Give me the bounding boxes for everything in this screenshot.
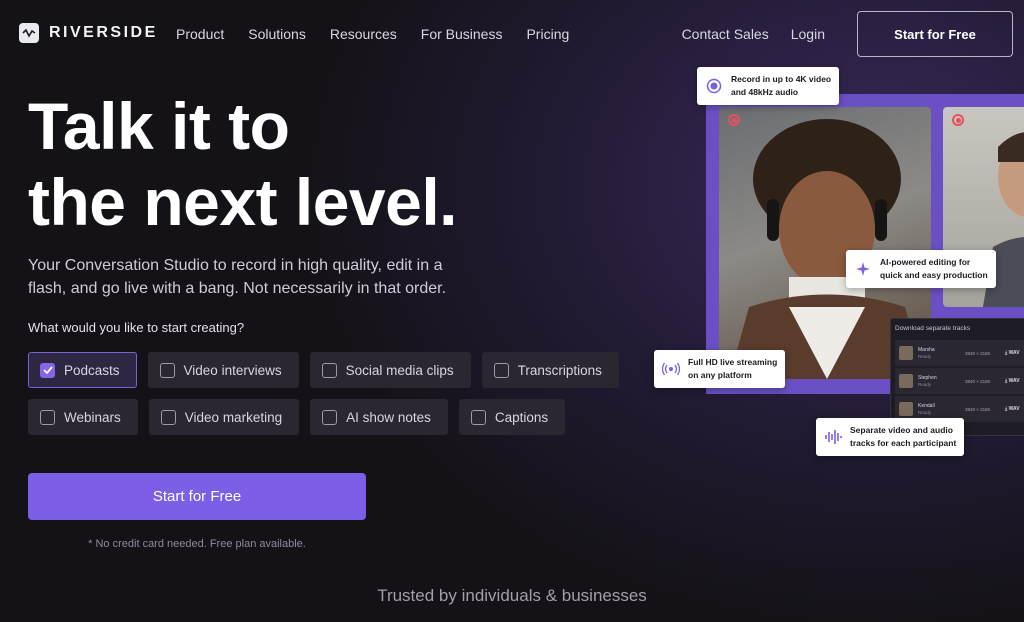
- tip-record-line-1: Record in up to 4K video: [731, 74, 832, 84]
- option-webinars[interactable]: Webinars: [28, 399, 138, 435]
- nav-link-solutions[interactable]: Solutions: [248, 26, 306, 42]
- nav-start-free-button[interactable]: Start for Free: [857, 11, 1013, 57]
- tip-separate-tracks: Separate video and audio tracks for each …: [816, 418, 965, 456]
- option-label: Video interviews: [183, 362, 282, 378]
- tip-ai-line-2: quick and easy production: [880, 270, 988, 280]
- audio-waveform-icon: [824, 428, 842, 446]
- no-credit-card-note: * No credit card needed. Free plan avail…: [88, 538, 306, 550]
- tip-ai-editing: AI-powered editing for quick and easy pro…: [846, 250, 996, 288]
- logo-wave-icon: [19, 23, 39, 43]
- avatar: [899, 346, 913, 360]
- options-row-2: Webinars Video marketing AI show notes Capt…: [28, 399, 619, 435]
- track-row: Stephen Ready 3840 × 2160 ⤓ WAV: [895, 368, 1024, 394]
- option-label: Captions: [494, 409, 549, 425]
- track-format: WAV: [1008, 378, 1020, 384]
- track-name: Marsha: [918, 347, 935, 353]
- track-name: Kendall: [918, 403, 935, 409]
- track-format: WAV: [1008, 350, 1020, 356]
- option-label: Social media clips: [345, 362, 454, 378]
- track-row: Marsha Ready 3840 × 2160 ⤓ WAV: [895, 340, 1024, 366]
- option-transcriptions[interactable]: Transcriptions: [481, 352, 619, 388]
- headline-line-1: Talk it to: [28, 89, 290, 163]
- track-status: Ready: [918, 382, 932, 387]
- nav-link-resources[interactable]: Resources: [330, 26, 397, 42]
- track-format: WAV: [1008, 406, 1020, 412]
- sparkle-icon: [854, 260, 872, 278]
- hero-subtitle: Your Conversation Studio to record in hi…: [28, 257, 447, 297]
- track-resolution: 3840 × 2160: [965, 350, 991, 356]
- checkbox-icon[interactable]: [321, 362, 337, 378]
- option-label: Podcasts: [64, 362, 120, 378]
- checkbox-checked-icon[interactable]: [40, 362, 55, 378]
- option-video-interviews[interactable]: Video interviews: [147, 352, 299, 388]
- start-free-button[interactable]: Start for Free: [28, 473, 366, 520]
- top-nav: RIVERSIDE Product Solutions Resources Fo…: [0, 0, 1024, 68]
- record-indicator-1-icon: [728, 114, 740, 126]
- avatar: [899, 374, 913, 388]
- option-podcasts[interactable]: Podcasts: [28, 352, 137, 388]
- tip-tracks-line-1: Separate video and audio: [850, 425, 953, 435]
- broadcast-icon: [662, 360, 680, 378]
- track-download-button[interactable]: ⤓ WAV: [1005, 378, 1020, 384]
- tip-live-line-1: Full HD live streaming: [688, 357, 778, 367]
- contact-sales-link[interactable]: Contact Sales: [682, 26, 769, 42]
- tip-record-quality: Record in up to 4K video and 48kHz audio: [697, 67, 840, 105]
- option-captions[interactable]: Captions: [458, 399, 566, 435]
- option-social-media-clips[interactable]: Social media clips: [309, 352, 471, 388]
- checkbox-icon[interactable]: [322, 409, 338, 425]
- login-link[interactable]: Login: [791, 26, 825, 42]
- track-download-button[interactable]: ⤓ WAV: [1005, 350, 1020, 356]
- option-label: Webinars: [64, 409, 121, 425]
- checkbox-icon[interactable]: [159, 362, 175, 378]
- track-status: Ready: [918, 410, 932, 415]
- tip-live-streaming: Full HD live streaming on any platform: [654, 350, 786, 388]
- option-label: AI show notes: [346, 409, 431, 425]
- checkbox-icon[interactable]: [160, 409, 176, 425]
- track-list: Marsha Ready 3840 × 2160 ⤓ WAV Stephen Ready 3…: [891, 340, 1024, 422]
- track-name: Stephen: [918, 375, 937, 381]
- option-ai-show-notes[interactable]: AI show notes: [310, 399, 448, 435]
- track-resolution: 3840 × 2160: [965, 406, 991, 412]
- nav-right: Contact Sales Login: [682, 26, 825, 42]
- tip-ai-line-1: AI-powered editing for: [880, 257, 971, 267]
- headline-line-2: the next level.: [28, 165, 458, 239]
- creation-question: What would you like to start creating?: [28, 320, 245, 335]
- nav-links: Product Solutions Resources For Business…: [176, 26, 593, 42]
- record-indicator-2-icon: [952, 114, 964, 126]
- track-status: Ready: [918, 354, 932, 359]
- checkbox-icon[interactable]: [40, 409, 55, 425]
- panel-title: Download separate tracks: [895, 325, 971, 332]
- record-icon: [705, 77, 723, 95]
- track-resolution: 3840 × 2160: [965, 378, 991, 384]
- nav-link-pricing[interactable]: Pricing: [526, 26, 569, 42]
- logo[interactable]: RIVERSIDE: [19, 23, 158, 43]
- option-video-marketing[interactable]: Video marketing: [148, 399, 300, 435]
- tip-live-line-2: on any platform: [688, 370, 752, 380]
- tip-record-line-2: and 48kHz audio: [731, 87, 799, 97]
- option-label: Transcriptions: [517, 362, 602, 378]
- trusted-heading: Trusted by individuals & businesses: [377, 586, 647, 605]
- nav-link-product[interactable]: Product: [176, 26, 224, 42]
- creation-options: Podcasts Video interviews Social media cli…: [28, 352, 619, 446]
- tip-tracks-line-2: tracks for each participant: [850, 438, 957, 448]
- logo-text: RIVERSIDE: [49, 24, 158, 41]
- headline: Talk it to the next level.: [28, 88, 458, 240]
- checkbox-icon[interactable]: [493, 362, 509, 378]
- avatar: [899, 402, 913, 416]
- checkbox-icon[interactable]: [470, 409, 486, 425]
- options-row-1: Podcasts Video interviews Social media cli…: [28, 352, 619, 388]
- nav-link-for-business[interactable]: For Business: [421, 26, 503, 42]
- track-download-button[interactable]: ⤓ WAV: [1005, 406, 1020, 412]
- option-label: Video marketing: [184, 409, 283, 425]
